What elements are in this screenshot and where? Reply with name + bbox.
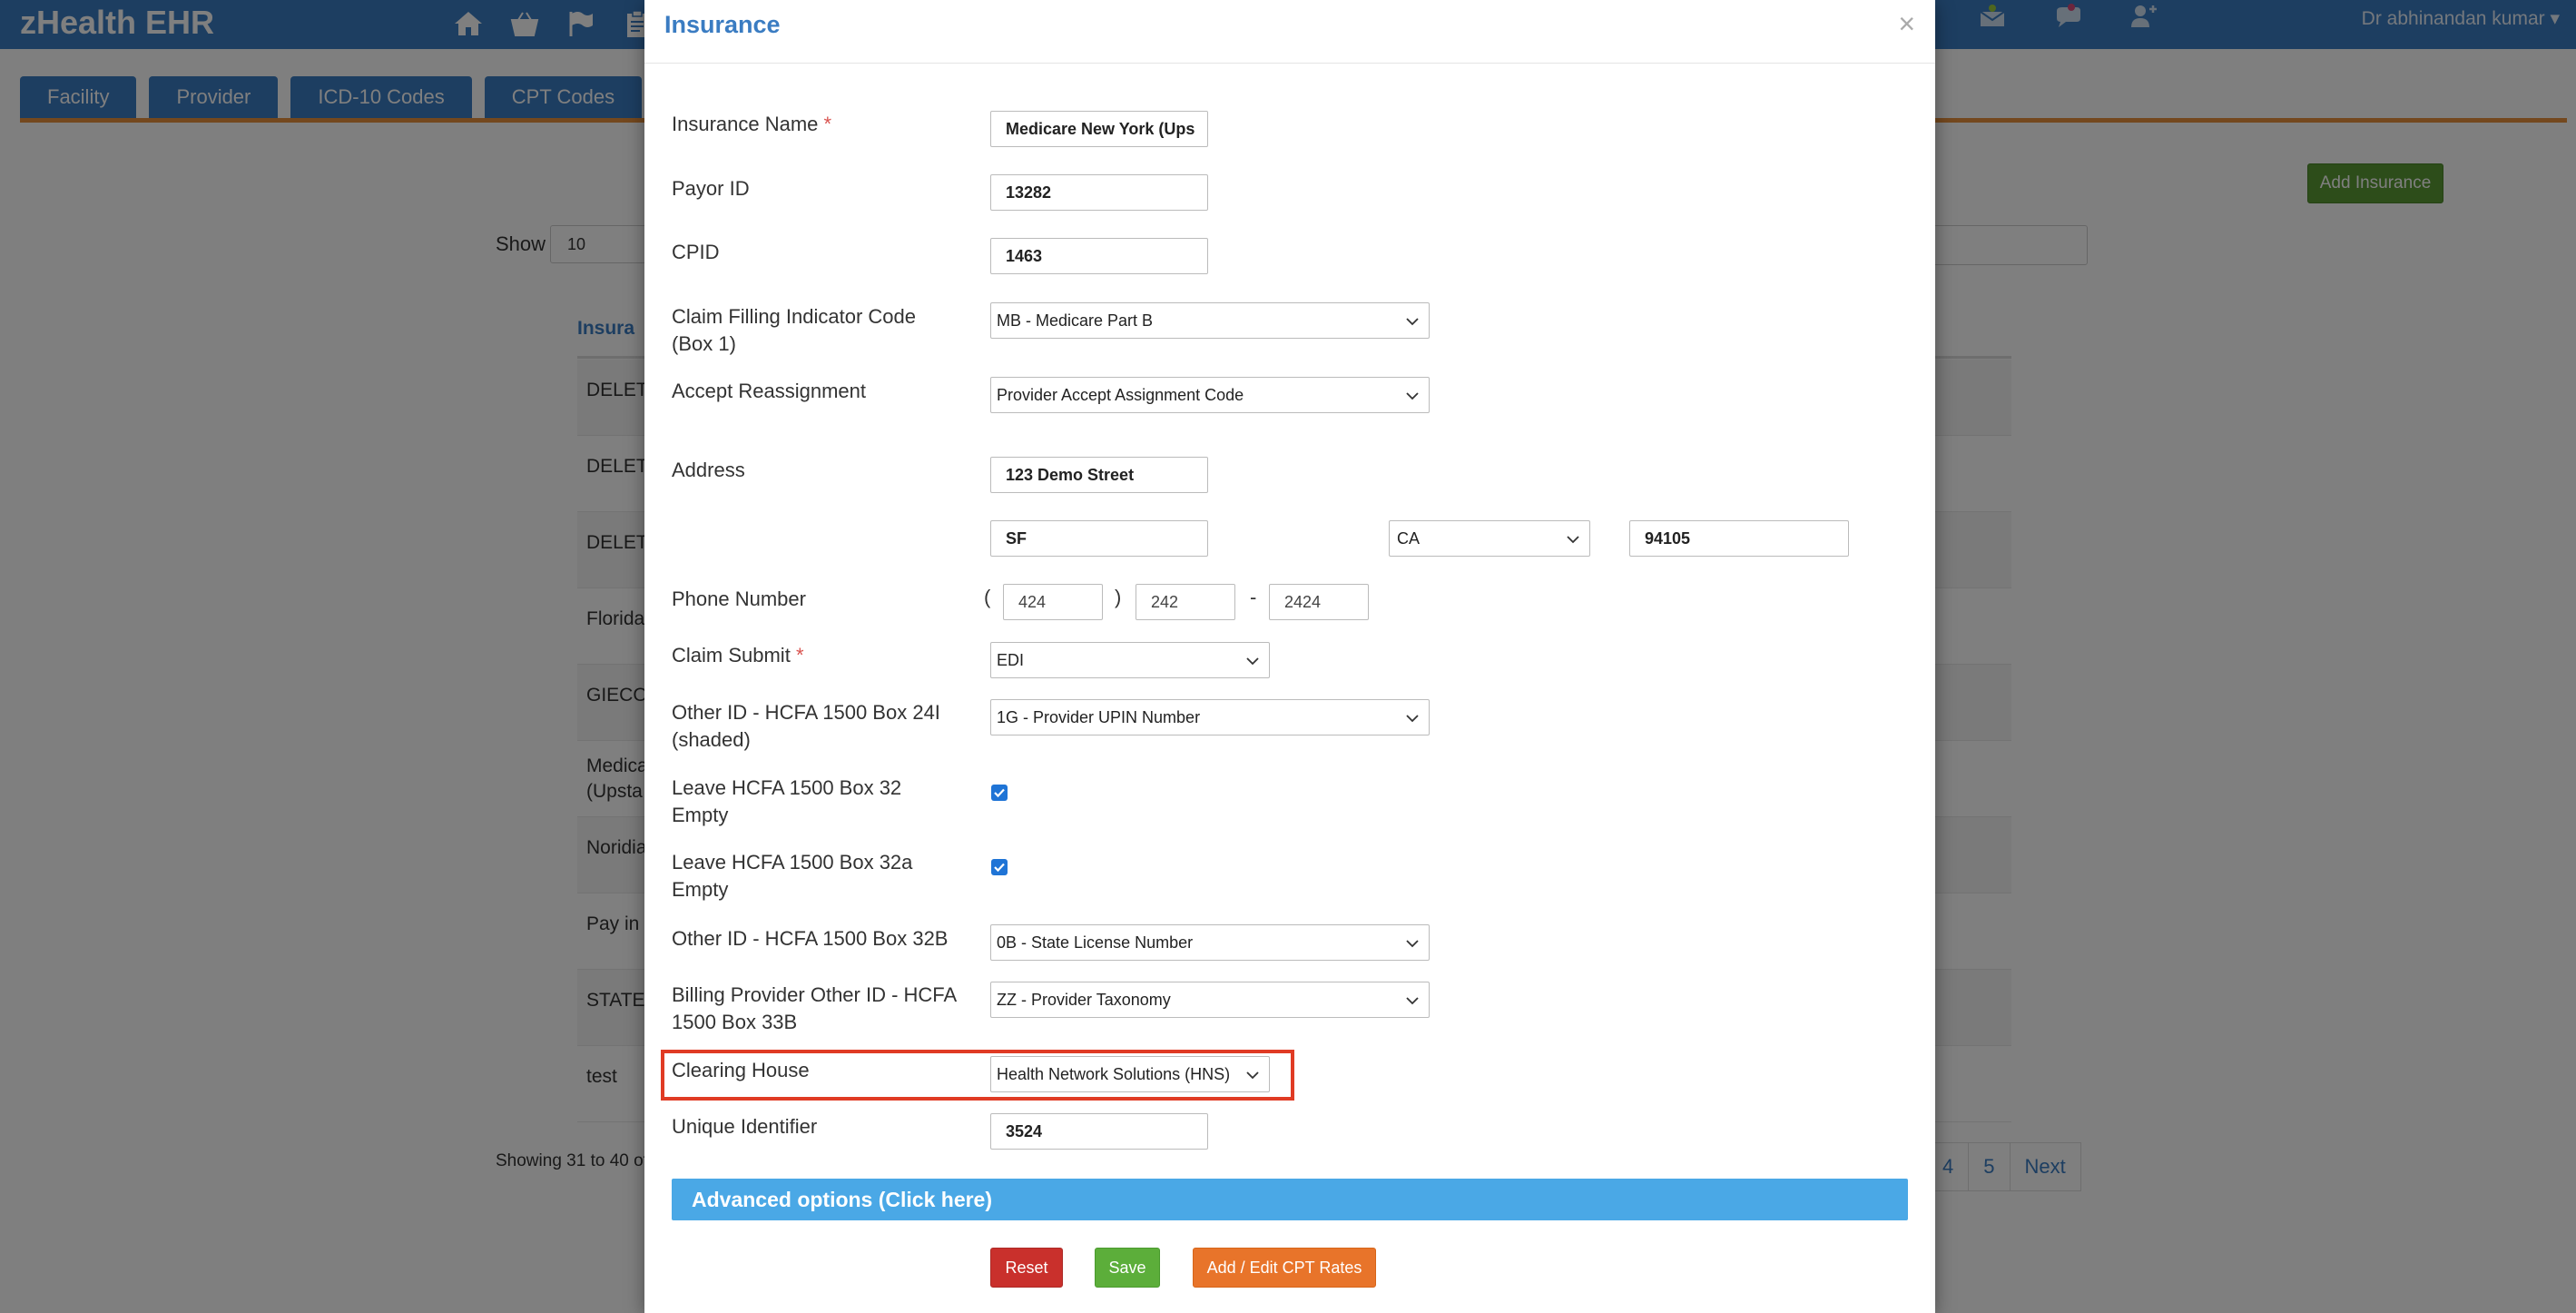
leave-box32a-label: Leave HCFA 1500 Box 32a Empty — [672, 851, 913, 901]
address-zip-input[interactable]: 94105 — [1629, 520, 1849, 557]
billing-provider-33b-select[interactable]: ZZ - Provider Taxonomy — [990, 982, 1430, 1018]
accept-reassignment-label: Accept Reassignment — [672, 380, 866, 402]
chevron-down-icon — [1246, 657, 1259, 666]
checkmark-icon — [994, 788, 1005, 798]
claim-filling-select[interactable]: MB - Medicare Part B — [990, 302, 1430, 339]
claim-submit-label-text: Claim Submit — [672, 644, 791, 666]
other-id-32b-select[interactable]: 0B - State License Number — [990, 924, 1430, 961]
chevron-down-icon — [1567, 536, 1579, 544]
claim-submit-select[interactable]: EDI — [990, 642, 1270, 678]
reset-button[interactable]: Reset — [990, 1248, 1063, 1288]
leave-box32-label: Leave HCFA 1500 Box 32 Empty — [672, 776, 902, 826]
add-edit-cpt-rates-button[interactable]: Add / Edit CPT Rates — [1193, 1248, 1376, 1288]
required-marker: * — [795, 644, 804, 666]
clearing-house-value: Health Network Solutions (HNS) — [997, 1065, 1231, 1083]
modal-title: Insurance — [664, 11, 781, 38]
leave-box32a-checkbox[interactable] — [991, 859, 1008, 875]
checkmark-icon — [994, 863, 1005, 873]
claim-filling-value: MB - Medicare Part B — [997, 311, 1154, 330]
payor-id-label: Payor ID — [672, 177, 750, 200]
other-id-32b-label: Other ID - HCFA 1500 Box 32B — [672, 927, 949, 950]
chevron-down-icon — [1406, 392, 1419, 400]
chevron-down-icon — [1246, 1071, 1259, 1080]
other-id-24i-select[interactable]: 1G - Provider UPIN Number — [990, 699, 1430, 735]
unique-identifier-label: Unique Identifier — [672, 1115, 818, 1138]
phone-close-paren: ) — [1115, 586, 1122, 608]
save-button[interactable]: Save — [1095, 1248, 1160, 1288]
other-id-32b-value: 0B - State License Number — [997, 933, 1194, 952]
insurance-modal: Insurance × Insurance Name * Medicare Ne… — [644, 0, 1935, 1313]
cpid-input[interactable]: 1463 — [990, 238, 1208, 274]
modal-header: Insurance × — [644, 0, 1935, 64]
claim-submit-value: EDI — [997, 651, 1025, 669]
accept-reassignment-select[interactable]: Provider Accept Assignment Code — [990, 377, 1430, 413]
other-id-24i-label: Other ID - HCFA 1500 Box 24I (shaded) — [672, 701, 940, 751]
chevron-down-icon — [1406, 318, 1419, 326]
insurance-name-label: Insurance Name * — [672, 111, 831, 138]
clearing-house-label: Clearing House — [672, 1059, 810, 1081]
insurance-name-input[interactable]: Medicare New York (Ups — [990, 111, 1208, 147]
unique-identifier-input[interactable]: 3524 — [990, 1113, 1208, 1150]
phone-line-input[interactable]: 2424 — [1269, 584, 1369, 620]
required-marker: * — [823, 113, 832, 135]
advanced-options-toggle[interactable]: Advanced options (Click here) — [672, 1179, 1908, 1220]
insurance-name-label-text: Insurance Name — [672, 113, 819, 135]
address-state-value: CA — [1397, 529, 1421, 548]
address-label: Address — [672, 459, 745, 481]
phone-open-paren: ( — [984, 586, 991, 608]
accept-reassignment-value: Provider Accept Assignment Code — [997, 386, 1244, 404]
phone-area-code-input[interactable]: 424 — [1003, 584, 1103, 620]
close-icon[interactable]: × — [1898, 7, 1915, 41]
claim-submit-label: Claim Submit * — [672, 642, 804, 669]
address-street-input[interactable]: 123 Demo Street — [990, 457, 1208, 493]
phone-dash: - — [1250, 586, 1257, 608]
address-state-select[interactable]: CA — [1389, 520, 1590, 557]
phone-prefix-input[interactable]: 242 — [1136, 584, 1235, 620]
claim-filling-label: Claim Filling Indicator Code (Box 1) — [672, 305, 916, 355]
phone-number-label: Phone Number — [672, 587, 806, 610]
billing-provider-33b-label: Billing Provider Other ID - HCFA 1500 Bo… — [672, 983, 956, 1033]
other-id-24i-value: 1G - Provider UPIN Number — [997, 708, 1201, 726]
address-city-input[interactable]: SF — [990, 520, 1208, 557]
cpid-label: CPID — [672, 241, 720, 263]
clearing-house-select[interactable]: Health Network Solutions (HNS) — [990, 1056, 1270, 1092]
billing-provider-33b-value: ZZ - Provider Taxonomy — [997, 991, 1171, 1009]
leave-box32-checkbox[interactable] — [991, 785, 1008, 801]
chevron-down-icon — [1406, 997, 1419, 1005]
chevron-down-icon — [1406, 715, 1419, 723]
chevron-down-icon — [1406, 940, 1419, 948]
payor-id-input[interactable]: 13282 — [990, 174, 1208, 211]
